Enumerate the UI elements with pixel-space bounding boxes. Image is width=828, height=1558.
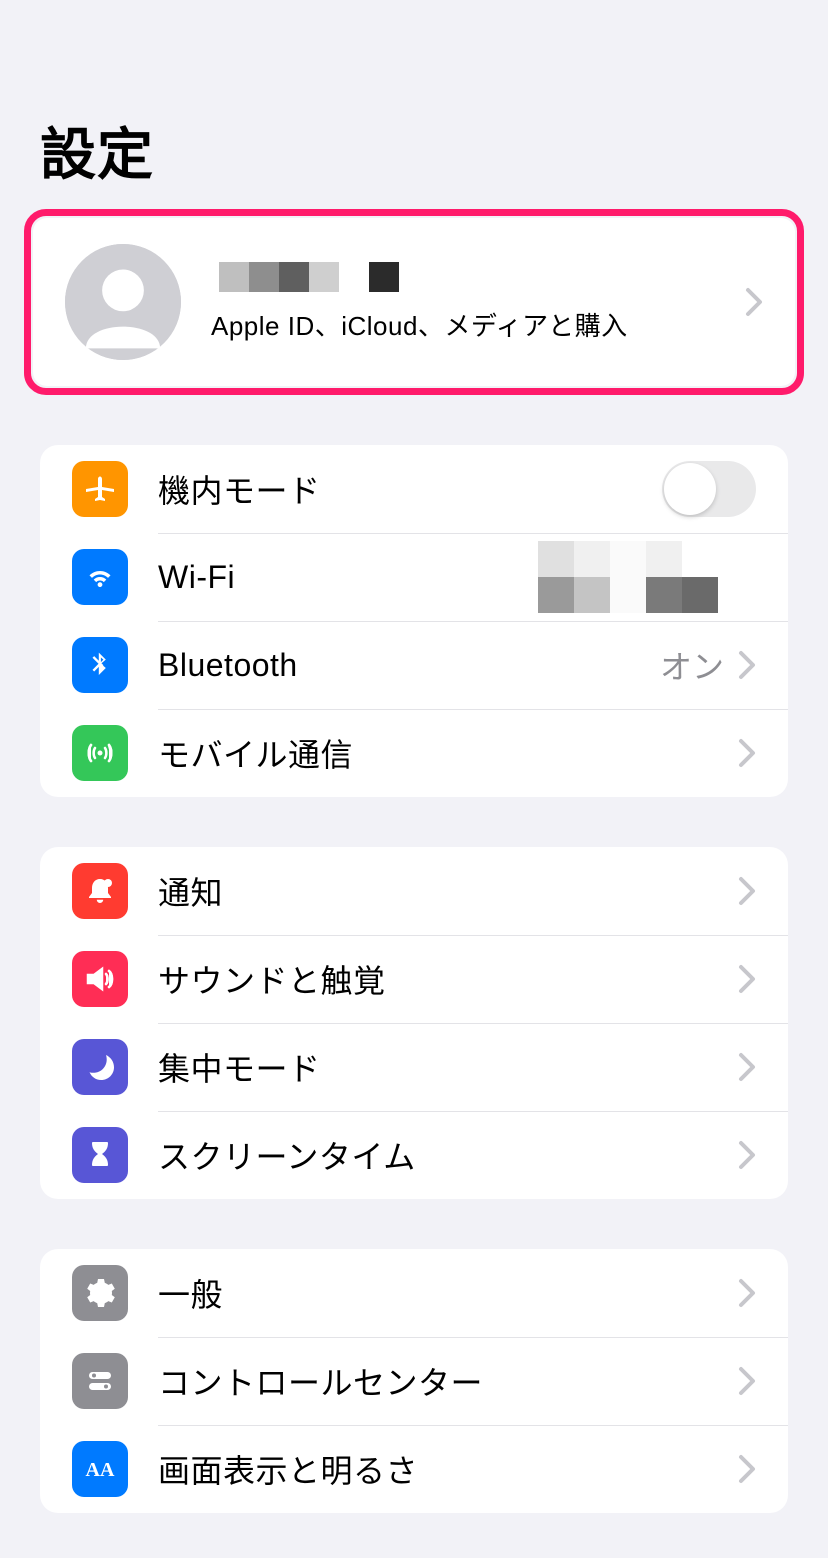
control-center-label: コントロールセンター xyxy=(158,1358,738,1404)
chevron-right-icon xyxy=(745,287,763,317)
airplane-mode-label: 機内モード xyxy=(158,466,662,512)
cellular-icon xyxy=(72,725,128,781)
chevron-right-icon xyxy=(738,1278,756,1308)
bluetooth-label: Bluetooth xyxy=(158,647,660,684)
display-label: 画面表示と明るさ xyxy=(158,1446,738,1492)
cellular-row[interactable]: モバイル通信 xyxy=(40,709,788,797)
notifications-icon xyxy=(72,863,128,919)
general-row[interactable]: 一般 xyxy=(40,1249,788,1337)
notifications-label: 通知 xyxy=(158,868,738,914)
wifi-row[interactable]: Wi-Fi xyxy=(40,533,788,621)
chevron-right-icon xyxy=(738,650,756,680)
bluetooth-value: オン xyxy=(660,642,724,688)
screentime-row[interactable]: スクリーンタイム xyxy=(40,1111,788,1199)
cellular-label: モバイル通信 xyxy=(158,730,738,776)
screentime-label: スクリーンタイム xyxy=(158,1132,738,1178)
control-center-row[interactable]: コントロールセンター xyxy=(40,1337,788,1425)
general-icon xyxy=(72,1265,128,1321)
display-row[interactable]: AA 画面表示と明るさ xyxy=(40,1425,788,1513)
screentime-icon xyxy=(72,1127,128,1183)
sounds-icon xyxy=(72,951,128,1007)
page-title: 設定 xyxy=(0,0,828,209)
wifi-icon xyxy=(72,549,128,605)
chevron-right-icon xyxy=(738,1366,756,1396)
sounds-label: サウンドと触覚 xyxy=(158,956,738,1002)
wifi-value-redacted xyxy=(538,533,718,621)
bluetooth-row[interactable]: Bluetooth オン xyxy=(40,621,788,709)
chevron-right-icon xyxy=(738,738,756,768)
notifications-row[interactable]: 通知 xyxy=(40,847,788,935)
chevron-right-icon xyxy=(738,876,756,906)
focus-label: 集中モード xyxy=(158,1044,738,1090)
airplane-mode-row[interactable]: 機内モード xyxy=(40,445,788,533)
general-label: 一般 xyxy=(158,1270,738,1316)
chevron-right-icon xyxy=(738,1454,756,1484)
display-icon: AA xyxy=(72,1441,128,1497)
svg-text:AA: AA xyxy=(86,1459,115,1481)
apple-id-highlight: Apple ID、iCloud、メディアと購入 xyxy=(24,209,804,395)
profile-subtitle: Apple ID、iCloud、メディアと購入 xyxy=(211,306,745,343)
chevron-right-icon xyxy=(738,1052,756,1082)
apple-id-row[interactable]: Apple ID、iCloud、メディアと購入 xyxy=(33,218,795,386)
bluetooth-icon xyxy=(72,637,128,693)
chevron-right-icon xyxy=(738,964,756,994)
control-center-icon xyxy=(72,1353,128,1409)
sounds-row[interactable]: サウンドと触覚 xyxy=(40,935,788,1023)
profile-name-redacted xyxy=(219,262,745,292)
avatar xyxy=(65,244,181,360)
focus-icon xyxy=(72,1039,128,1095)
chevron-right-icon xyxy=(738,1140,756,1170)
airplane-mode-toggle[interactable] xyxy=(662,461,756,517)
focus-row[interactable]: 集中モード xyxy=(40,1023,788,1111)
airplane-icon xyxy=(72,461,128,517)
